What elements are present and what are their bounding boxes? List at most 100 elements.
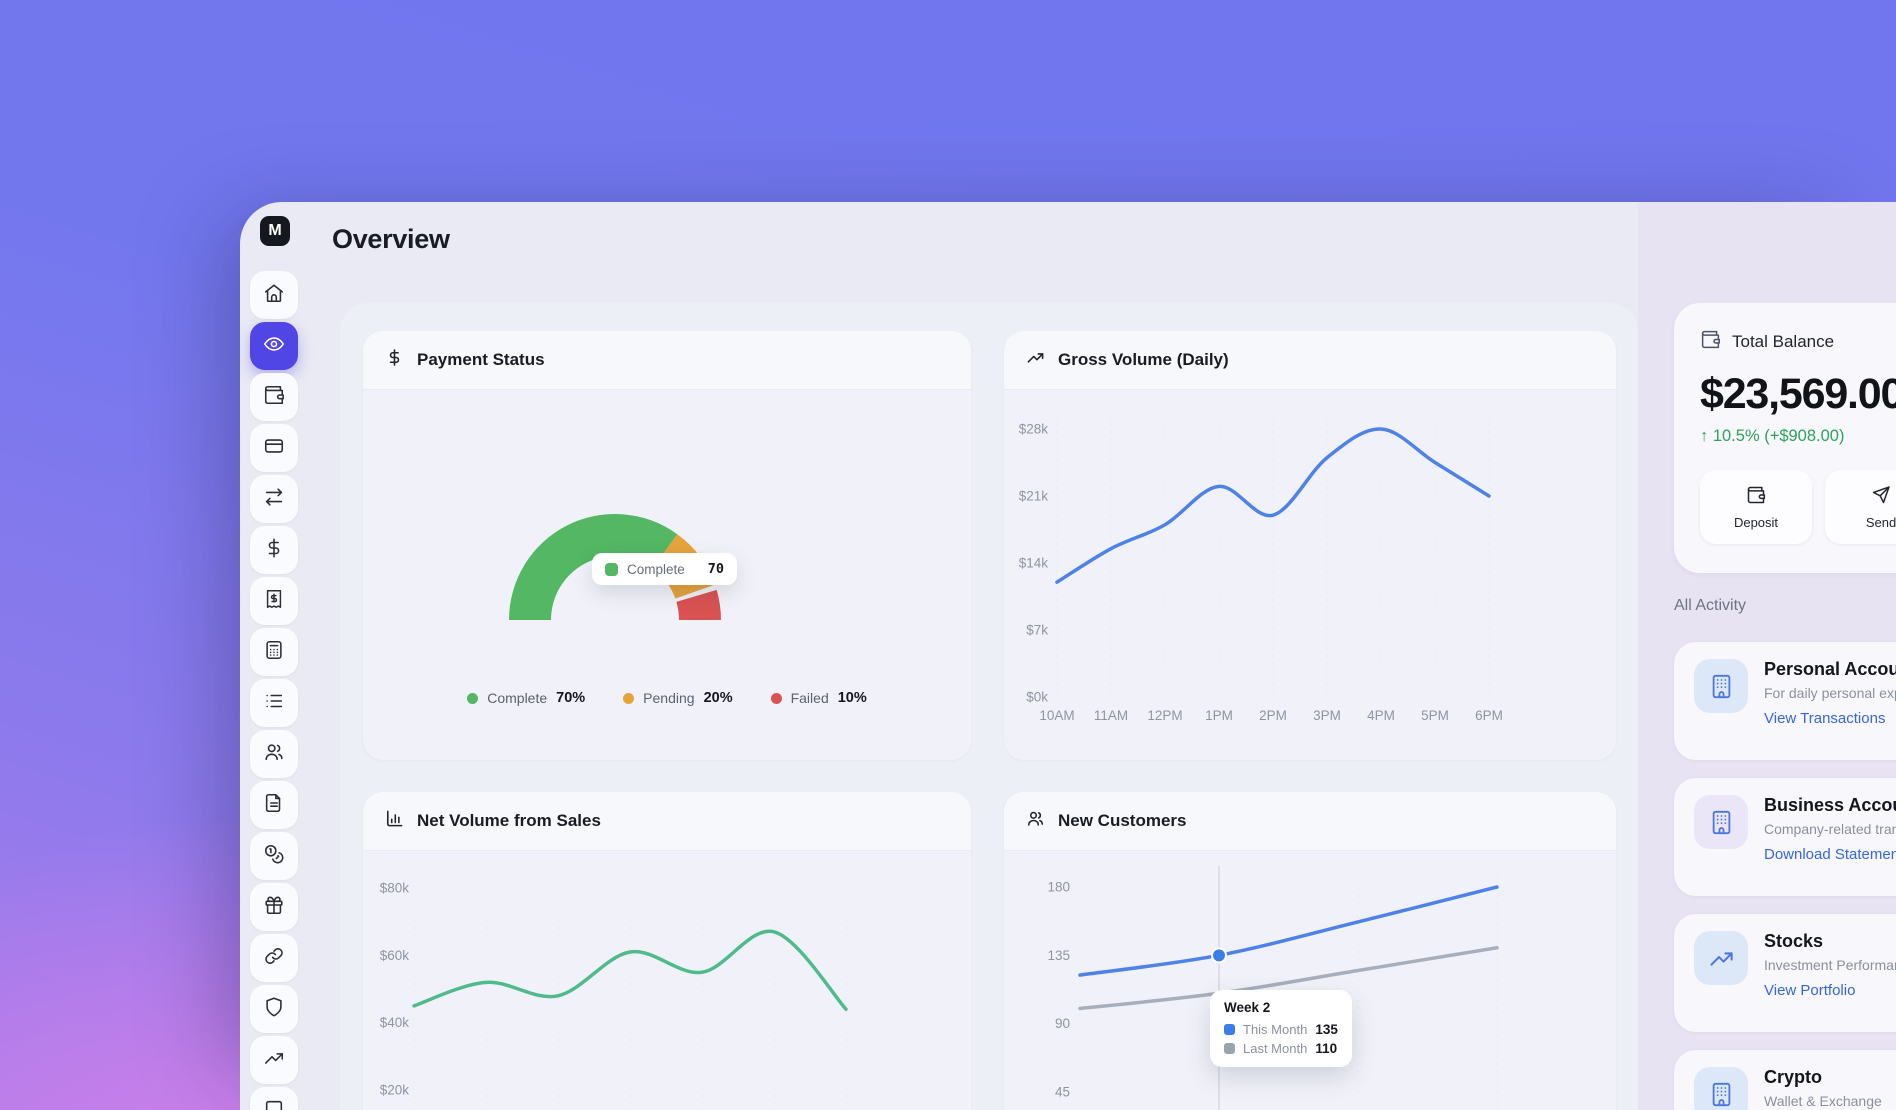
highlight-dot	[1212, 948, 1226, 962]
trending-up-icon	[1694, 931, 1748, 985]
building-icon	[1694, 659, 1748, 713]
legend-value: 70%	[556, 690, 585, 706]
axis-tick-label: $80k	[380, 881, 410, 896]
sidebar-item-links[interactable]	[250, 934, 298, 982]
activity-title: Personal Account	[1764, 659, 1896, 680]
axis-tick-label: 45	[1055, 1085, 1070, 1100]
axis-tick-label: $21k	[1019, 489, 1049, 504]
activity-item-personal-account[interactable]: Personal Account For daily personal expe…	[1674, 642, 1896, 760]
net-volume-header: Net Volume from Sales	[363, 792, 971, 851]
net-volume-chart[interactable]: $80k $60k $40k $20k	[363, 850, 971, 1110]
sidebar-item-security[interactable]	[250, 985, 298, 1033]
sidebar-item-calculator[interactable]	[250, 628, 298, 676]
receipt-icon	[263, 588, 285, 615]
app-logo[interactable]: M	[260, 216, 290, 246]
axis-tick-label: 180	[1047, 880, 1070, 895]
trending-up-icon	[263, 1047, 285, 1074]
sidebar-item-rewards[interactable]	[250, 883, 298, 931]
axis-tick-label: $40k	[380, 1015, 410, 1030]
sidebar-item-list[interactable]	[250, 679, 298, 727]
tooltip-row: Last Month 110	[1224, 1041, 1338, 1056]
sidebar-item-analytics[interactable]	[250, 1036, 298, 1084]
sidebar-item-home[interactable]	[250, 271, 298, 319]
deposit-button[interactable]: Deposit	[1700, 470, 1812, 544]
axis-tick-label: 2PM	[1259, 708, 1287, 723]
axis-tick-label: 6PM	[1475, 708, 1503, 723]
balance-label: Total Balance	[1732, 332, 1834, 352]
calculator-icon	[263, 639, 285, 666]
legend-value: 10%	[838, 690, 867, 706]
tooltip-label: Complete	[627, 562, 685, 577]
sidebar-item-payments[interactable]	[250, 526, 298, 574]
gross-volume-body: $28k$21k$14k$7k$0k10AM11AM12PM1PM2PM3PM4…	[1004, 389, 1616, 760]
tooltip-swatch	[1224, 1043, 1235, 1054]
axis-tick-label: $20k	[380, 1083, 410, 1098]
balance-change: ↑ 10.5% (+$908.00)	[1700, 427, 1896, 446]
legend-item-complete: Complete 70%	[467, 690, 585, 706]
activity-subtitle: Company-related transactions	[1764, 821, 1896, 837]
activity-item-stocks[interactable]: Stocks Investment Performance View Portf…	[1674, 914, 1896, 1032]
send-label: Send	[1866, 515, 1896, 530]
activity-subtitle: For daily personal expenses	[1764, 685, 1896, 701]
sidebar-item-customers[interactable]	[250, 730, 298, 778]
new-customers-header: New Customers	[1004, 792, 1616, 851]
sidebar-item-wallet[interactable]	[250, 373, 298, 421]
axis-tick-label: 5PM	[1421, 708, 1449, 723]
send-button[interactable]: Send	[1825, 470, 1896, 544]
payment-status-card: Payment Status Complete 70 Complete 70%	[363, 331, 971, 760]
deposit-label: Deposit	[1734, 515, 1778, 530]
home-icon	[263, 282, 285, 309]
legend-label: Failed	[791, 690, 829, 706]
dollar-icon	[263, 537, 285, 564]
gauge-legend: Complete 70% Pending 20% Failed 10%	[363, 690, 971, 706]
axis-tick-label: $7k	[1026, 623, 1048, 638]
building-icon	[1694, 795, 1748, 849]
axis-tick-label: $14k	[1019, 556, 1049, 571]
sidebar-item-overview[interactable]	[250, 322, 298, 370]
tooltip-value: 110	[1315, 1041, 1337, 1056]
axis-tick-label: $60k	[380, 948, 410, 963]
download-statements-link[interactable]: Download Statements	[1764, 846, 1896, 863]
legend-dot	[771, 693, 782, 704]
new-customers-chart[interactable]: 1801359045	[1004, 850, 1616, 1110]
payment-status-header: Payment Status	[363, 331, 971, 390]
bar-chart-icon	[385, 809, 404, 833]
legend-value: 20%	[704, 690, 733, 706]
sidebar-item-coins[interactable]	[250, 832, 298, 880]
wallet-icon	[1700, 329, 1721, 355]
wallet-icon	[1746, 485, 1766, 508]
tooltip-row: This Month 135	[1224, 1022, 1338, 1037]
tooltip-swatch	[605, 563, 618, 576]
building-icon	[1694, 1067, 1748, 1110]
activity-item-business-account[interactable]: Business Account Company-related transac…	[1674, 778, 1896, 896]
link-icon	[263, 945, 285, 972]
view-portfolio-link[interactable]: View Portfolio	[1764, 982, 1896, 999]
gross-volume-chart[interactable]: $28k$21k$14k$7k$0k10AM11AM12PM1PM2PM3PM4…	[1004, 389, 1616, 760]
activity-subtitle: Investment Performance	[1764, 957, 1896, 973]
tooltip-title: Week 2	[1224, 1000, 1338, 1015]
transfer-arrows-icon	[263, 486, 285, 513]
activity-item-crypto[interactable]: Crypto Wallet & Exchange	[1674, 1050, 1896, 1110]
gross-volume-card: Gross Volume (Daily) $28k$21k$14k$7k$0k1…	[1004, 331, 1616, 760]
card-title: Payment Status	[417, 350, 545, 370]
tooltip-label: Last Month	[1243, 1041, 1307, 1056]
sidebar-item-invoices[interactable]	[250, 577, 298, 625]
card-title: Gross Volume (Daily)	[1058, 350, 1229, 370]
new-customers-body: 1801359045 Week 2 This Month 135 Last Mo…	[1004, 850, 1616, 1110]
legend-item-pending: Pending 20%	[623, 690, 732, 706]
total-balance-card: Total Balance $23,569.00 ↑ 10.5% (+$908.…	[1674, 303, 1896, 573]
sidebar-item-documents[interactable]	[250, 781, 298, 829]
eye-icon	[263, 333, 285, 360]
card-title: Net Volume from Sales	[417, 811, 601, 831]
sidebar-item-cards[interactable]	[250, 424, 298, 472]
activity-title: Crypto	[1764, 1067, 1882, 1088]
sidebar-item-devices[interactable]	[250, 1087, 298, 1110]
legend-dot	[623, 693, 634, 704]
activity-title: Stocks	[1764, 931, 1896, 952]
axis-tick-label: $28k	[1019, 422, 1049, 437]
users-icon	[1026, 809, 1045, 833]
coins-icon	[263, 843, 285, 870]
net-volume-card: Net Volume from Sales $80k $60k $40k $20k	[363, 792, 971, 1110]
sidebar-item-transfers[interactable]	[250, 475, 298, 523]
view-transactions-link[interactable]: View Transactions	[1764, 710, 1896, 727]
